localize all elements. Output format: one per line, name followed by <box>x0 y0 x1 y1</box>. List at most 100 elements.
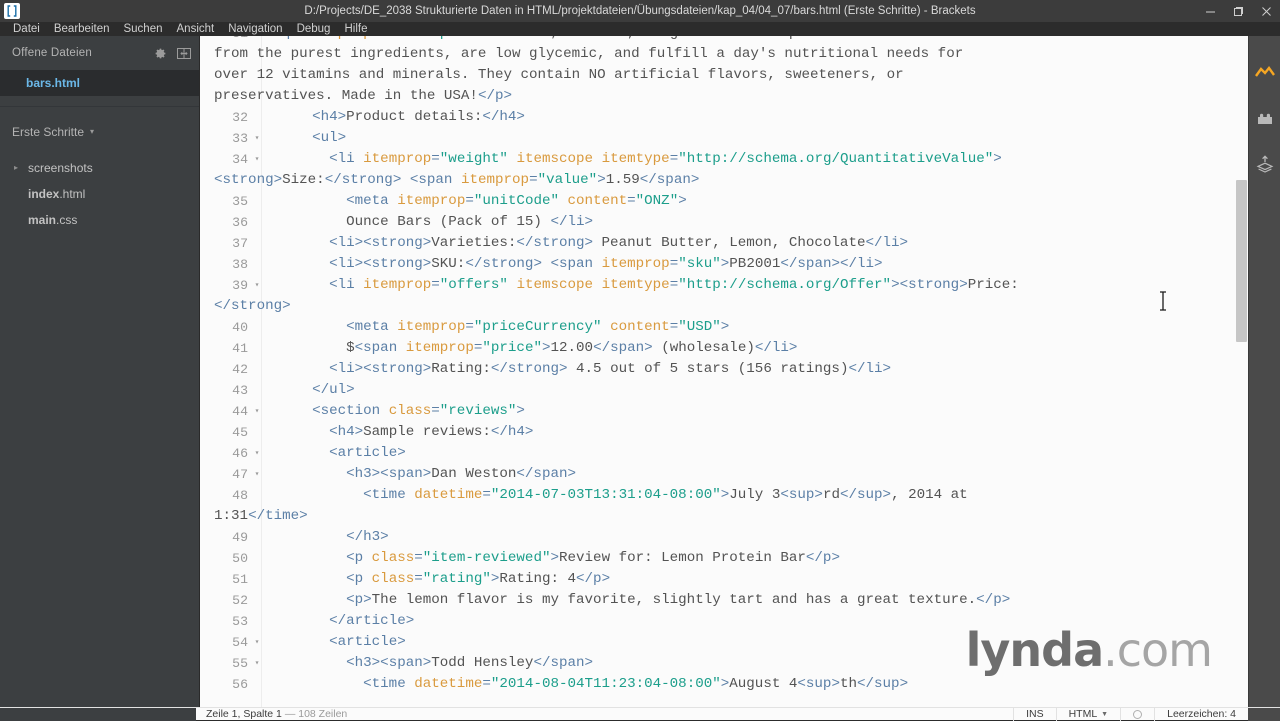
indent-setting[interactable]: Leerzeichen: 4 <box>1154 708 1248 721</box>
code-token: > <box>721 319 730 335</box>
code-token: July 3 <box>729 487 780 503</box>
code-token <box>278 235 329 251</box>
menu-item-hilfe[interactable]: Hilfe <box>337 22 374 36</box>
minimize-button[interactable] <box>1196 0 1224 22</box>
code-fold-toggle-icon[interactable]: ▾ <box>252 653 262 674</box>
code-token: from the purest ingredients, are low gly… <box>214 46 963 62</box>
code-fold-toggle-icon[interactable]: ▾ <box>252 149 262 170</box>
chevron-right-icon[interactable]: ▸ <box>14 164 26 172</box>
code-fold-toggle-icon[interactable]: ▾ <box>252 632 262 653</box>
live-preview-bolt-icon[interactable] <box>1254 62 1276 84</box>
code-line[interactable]: 49 </h3> <box>200 527 1240 548</box>
code-line[interactable]: 50 <p class="item-reviewed">Review for: … <box>200 548 1240 569</box>
code-token: > <box>542 340 551 356</box>
tree-folder-item[interactable]: ▸screenshots <box>0 155 199 181</box>
code-line[interactable]: 52 <p>The lemon flavor is my favorite, s… <box>200 590 1240 611</box>
code-line[interactable]: 32 <h4>Product details:</h4> <box>200 107 1240 128</box>
editor-vertical-scrollbar[interactable] <box>1235 36 1248 707</box>
code-token: rd <box>823 487 840 503</box>
code-token: class <box>372 550 415 566</box>
code-token: </span> <box>516 466 576 482</box>
maximize-button[interactable] <box>1224 0 1252 22</box>
code-token: > <box>721 676 730 692</box>
code-line-wrap[interactable]: from the purest ingredients, are low gly… <box>200 44 1240 65</box>
code-fold-toggle-icon[interactable]: ▾ <box>252 464 262 485</box>
code-line[interactable]: 33▾ <ul> <box>200 128 1240 149</box>
line-number: 40 <box>200 317 248 338</box>
code-token: Varieties: <box>431 235 516 251</box>
insert-mode-indicator[interactable]: INS <box>1013 708 1056 721</box>
code-token <box>278 382 312 398</box>
open-file-item[interactable]: bars.html <box>0 70 199 96</box>
working-set-header: Offene Dateien <box>0 36 199 70</box>
code-fold-toggle-icon[interactable]: ▾ <box>252 443 262 464</box>
code-line[interactable]: 44▾ <section class="reviews"> <box>200 401 1240 422</box>
code-line[interactable]: 42 <li><strong>Rating:</strong> 4.5 out … <box>200 359 1240 380</box>
code-token: </h4> <box>482 109 525 125</box>
code-line-wrap[interactable]: preservatives. Made in the USA!</p> <box>200 86 1240 107</box>
extract-layers-icon[interactable] <box>1254 154 1276 176</box>
line-number: 41 <box>200 338 248 359</box>
code-line[interactable]: 53 </article> <box>200 611 1240 632</box>
code-line[interactable]: 35 <meta itemprop="unitCode" content="ON… <box>200 191 1240 212</box>
code-token: "http://schema.org/QuantitativeValue" <box>678 151 993 167</box>
lint-status[interactable] <box>1120 708 1154 721</box>
split-view-icon[interactable] <box>177 46 191 60</box>
code-token: (wholesale) <box>653 340 755 356</box>
code-token: $ <box>346 340 355 356</box>
code-line-wrap[interactable]: </strong> <box>200 296 1240 317</box>
code-token: itemprop <box>363 277 431 293</box>
code-line[interactable]: 55▾ <h3><span>Todd Hensley</span> <box>200 653 1240 674</box>
code-token: <h3><span> <box>346 466 431 482</box>
code-line[interactable]: 45 <h4>Sample reviews:</h4> <box>200 422 1240 443</box>
code-token: </span> <box>640 172 700 188</box>
code-line[interactable]: 41 $<span itemprop="price">12.00</span> … <box>200 338 1240 359</box>
code-line[interactable]: 37 <li><strong>Varieties:</strong> Peanu… <box>200 233 1240 254</box>
code-line[interactable]: 34▾ <li itemprop="weight" itemscope item… <box>200 149 1240 170</box>
code-fold-toggle-icon[interactable]: ▾ <box>252 401 262 422</box>
code-line[interactable]: 43 </ul> <box>200 380 1240 401</box>
code-line[interactable]: 39▾ <li itemprop="offers" itemscope item… <box>200 275 1240 296</box>
line-number: 37 <box>200 233 248 254</box>
tree-file-item[interactable]: main.css <box>0 207 199 233</box>
project-selector[interactable]: Erste Schritte ▾ <box>0 117 199 147</box>
menu-item-navigation[interactable]: Navigation <box>221 22 289 36</box>
scrollbar-thumb[interactable] <box>1236 180 1247 342</box>
code-line[interactable]: 54▾ <article> <box>200 632 1240 653</box>
menu-item-ansicht[interactable]: Ansicht <box>170 22 222 36</box>
menu-item-bearbeiten[interactable]: Bearbeiten <box>47 22 117 36</box>
menu-item-debug[interactable]: Debug <box>290 22 338 36</box>
line-count-text: — 108 Zeilen <box>285 708 347 720</box>
gear-icon[interactable] <box>153 46 167 60</box>
code-line-wrap[interactable]: over 12 vitamins and minerals. They cont… <box>200 65 1240 86</box>
code-line[interactable]: 46▾ <article> <box>200 443 1240 464</box>
extension-manager-icon[interactable] <box>1254 108 1276 130</box>
code-token: = <box>529 172 538 188</box>
code-token: </strong> <box>325 172 402 188</box>
menu-item-datei[interactable]: Datei <box>6 22 47 36</box>
menu-item-suchen[interactable]: Suchen <box>116 22 169 36</box>
code-line[interactable]: 48 <time datetime="2014-07-03T13:31:04-0… <box>200 485 1240 506</box>
close-button[interactable] <box>1252 0 1280 22</box>
code-line[interactable]: 51 <p class="rating">Rating: 4</p> <box>200 569 1240 590</box>
code-content[interactable]: 31<p itemprop="description">Revive, re-f… <box>200 36 1240 707</box>
code-token: "unitCode" <box>474 193 559 209</box>
code-line-wrap[interactable]: 1:31</time> <box>200 506 1240 527</box>
code-line-wrap[interactable]: <strong>Size:</strong> <span itemprop="v… <box>200 170 1240 191</box>
code-line[interactable]: 40 <meta itemprop="priceCurrency" conten… <box>200 317 1240 338</box>
code-fold-toggle-icon[interactable]: ▾ <box>252 128 262 149</box>
code-token: <sup> <box>797 676 840 692</box>
code-token: </p> <box>976 592 1010 608</box>
code-line[interactable]: 36 Ounce Bars (Pack of 15) </li> <box>200 212 1240 233</box>
code-token: itemscope <box>516 151 593 167</box>
code-token: > <box>721 487 730 503</box>
code-line[interactable]: 38 <li><strong>SKU:</strong> <span itemp… <box>200 254 1240 275</box>
tree-file-item[interactable]: index.html <box>0 181 199 207</box>
code-line[interactable]: 56 <time datetime="2014-08-04T11:23:04-0… <box>200 674 1240 695</box>
code-editor[interactable]: 31<p itemprop="description">Revive, re-f… <box>200 36 1248 707</box>
code-line[interactable]: 31<p itemprop="description">Revive, re-f… <box>200 36 1240 44</box>
code-fold-toggle-icon[interactable]: ▾ <box>252 275 262 296</box>
language-selector[interactable]: HTML ▼ <box>1056 708 1121 721</box>
code-line[interactable]: 47▾ <h3><span>Dan Weston</span> <box>200 464 1240 485</box>
code-token: <p> <box>346 592 372 608</box>
